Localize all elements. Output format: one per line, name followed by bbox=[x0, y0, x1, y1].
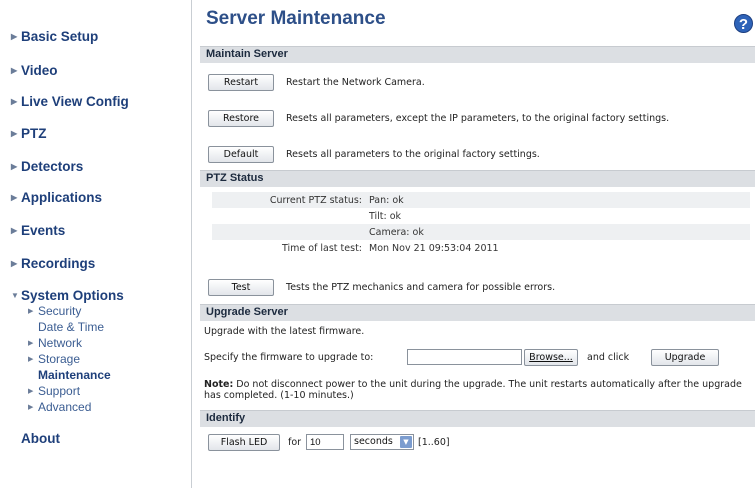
sidebar-item-basic-setup[interactable]: ▶ Basic Setup bbox=[11, 29, 98, 44]
sidebar-subitem-date-time[interactable]: Date & Time bbox=[38, 320, 104, 334]
restore-description: Resets all parameters, except the IP par… bbox=[286, 113, 670, 124]
sidebar-subitem-advanced[interactable]: ▶ Advanced bbox=[28, 400, 91, 414]
flash-duration-input[interactable] bbox=[306, 434, 344, 450]
restart-description: Restart the Network Camera. bbox=[286, 77, 425, 88]
default-description: Resets all parameters to the original fa… bbox=[286, 149, 540, 160]
help-icon[interactable]: ? bbox=[734, 14, 753, 33]
sidebar-item-label: Live View Config bbox=[21, 94, 129, 109]
sidebar-subitem-label: Support bbox=[38, 384, 81, 398]
ptz-tilt-status: Tilt: ok bbox=[369, 211, 402, 222]
sidebar-item-label: Video bbox=[21, 63, 58, 78]
chevron-right-icon: ▶ bbox=[11, 193, 18, 202]
and-click-label: and click bbox=[587, 352, 630, 363]
last-test-value: Mon Nov 21 09:53:04 2011 bbox=[369, 243, 499, 254]
firmware-file-input[interactable] bbox=[407, 349, 522, 365]
ptz-status-row: Current PTZ status: Pan: ok bbox=[212, 192, 750, 208]
note-text: Do not disconnect power to the unit duri… bbox=[204, 379, 742, 401]
sidebar-subitem-storage[interactable]: ▶ Storage bbox=[28, 352, 80, 366]
chevron-right-icon: ▶ bbox=[11, 129, 18, 138]
chevron-right-icon: ▶ bbox=[28, 404, 34, 411]
sidebar-subitem-maintenance[interactable]: Maintenance bbox=[38, 368, 111, 382]
current-ptz-status-label: Current PTZ status: bbox=[269, 195, 362, 206]
ptz-status-row: Camera: ok bbox=[212, 224, 750, 240]
section-header-maintain-server: Maintain Server bbox=[200, 46, 755, 63]
chevron-right-icon: ▶ bbox=[28, 356, 34, 363]
sidebar-item-label: System Options bbox=[21, 288, 124, 303]
sidebar-subitem-label: Storage bbox=[38, 352, 81, 366]
sidebar-item-label: PTZ bbox=[21, 126, 47, 141]
sidebar-item-label: Events bbox=[21, 223, 66, 238]
sidebar-subitem-label: Security bbox=[38, 304, 82, 318]
sidebar-subitem-label: Maintenance bbox=[38, 368, 111, 382]
test-button[interactable]: Test bbox=[208, 279, 274, 296]
ptz-camera-status: Camera: ok bbox=[369, 227, 424, 238]
section-header-ptz-status: PTZ Status bbox=[200, 170, 755, 187]
last-test-label: Time of last test: bbox=[281, 243, 362, 254]
sidebar-subitem-security[interactable]: ▶ Security bbox=[28, 304, 81, 318]
sidebar-item-video[interactable]: ▶ Video bbox=[11, 63, 58, 78]
section-header-identify: Identify bbox=[200, 410, 755, 427]
main-content: Server Maintenance ? Maintain Server Res… bbox=[200, 0, 755, 488]
sidebar-subitem-support[interactable]: ▶ Support bbox=[28, 384, 80, 398]
sidebar-item-about[interactable]: About bbox=[21, 431, 60, 446]
for-label: for bbox=[288, 437, 302, 448]
upgrade-button[interactable]: Upgrade bbox=[651, 349, 719, 366]
sidebar-item-label: Recordings bbox=[21, 256, 96, 271]
default-button[interactable]: Default bbox=[208, 146, 274, 163]
ptz-pan-status: Pan: ok bbox=[369, 195, 404, 206]
note-label: Note: bbox=[204, 379, 234, 390]
duration-range: [1..60] bbox=[418, 437, 450, 448]
chevron-right-icon: ▶ bbox=[11, 162, 18, 171]
sidebar-item-recordings[interactable]: ▶ Recordings bbox=[11, 256, 95, 271]
chevron-right-icon: ▶ bbox=[11, 66, 18, 75]
chevron-down-icon: ▼ bbox=[400, 436, 412, 448]
sidebar-item-applications[interactable]: ▶ Applications bbox=[11, 190, 102, 205]
ptz-status-row: Tilt: ok bbox=[212, 208, 750, 224]
sidebar-item-ptz[interactable]: ▶ PTZ bbox=[11, 126, 47, 141]
sidebar: ▶ Basic Setup ▶ Video ▶ Live View Config ▶ P… bbox=[0, 0, 192, 488]
chevron-right-icon: ▶ bbox=[11, 226, 18, 235]
sidebar-item-label: Basic Setup bbox=[21, 29, 99, 44]
restore-button[interactable]: Restore bbox=[208, 110, 274, 127]
sidebar-subitem-label: Date & Time bbox=[38, 320, 105, 334]
upgrade-note: Note: Do not disconnect power to the uni… bbox=[204, 379, 749, 401]
duration-unit-select[interactable]: seconds ▼ bbox=[350, 434, 414, 450]
chevron-right-icon: ▶ bbox=[11, 259, 18, 268]
sidebar-subitem-network[interactable]: ▶ Network bbox=[28, 336, 82, 350]
sidebar-item-label: Detectors bbox=[21, 159, 84, 174]
sidebar-item-events[interactable]: ▶ Events bbox=[11, 223, 65, 238]
test-description: Tests the PTZ mechanics and camera for p… bbox=[286, 282, 556, 293]
chevron-right-icon: ▶ bbox=[28, 308, 34, 315]
chevron-right-icon: ▶ bbox=[11, 32, 18, 41]
chevron-down-icon: ▼ bbox=[11, 291, 19, 300]
chevron-right-icon: ▶ bbox=[28, 388, 34, 395]
restart-button[interactable]: Restart bbox=[208, 74, 274, 91]
sidebar-subitem-label: Advanced bbox=[38, 400, 92, 414]
section-header-upgrade-server: Upgrade Server bbox=[200, 304, 755, 321]
browse-button[interactable]: Browse... bbox=[524, 349, 578, 366]
sidebar-item-live-view-config[interactable]: ▶ Live View Config bbox=[11, 94, 129, 109]
ptz-status-row: Time of last test: Mon Nov 21 09:53:04 2… bbox=[212, 240, 750, 256]
sidebar-item-detectors[interactable]: ▶ Detectors bbox=[11, 159, 83, 174]
duration-unit-value: seconds bbox=[354, 436, 393, 447]
page-title: Server Maintenance bbox=[206, 8, 386, 29]
flash-led-button[interactable]: Flash LED bbox=[208, 434, 280, 451]
chevron-right-icon: ▶ bbox=[11, 97, 18, 106]
sidebar-item-system-options[interactable]: ▼ System Options bbox=[11, 288, 124, 303]
sidebar-subitem-label: Network bbox=[38, 336, 83, 350]
upgrade-intro: Upgrade with the latest firmware. bbox=[204, 326, 365, 337]
sidebar-item-label: Applications bbox=[21, 190, 103, 205]
chevron-right-icon: ▶ bbox=[28, 340, 34, 347]
firmware-label: Specify the firmware to upgrade to: bbox=[204, 352, 374, 363]
